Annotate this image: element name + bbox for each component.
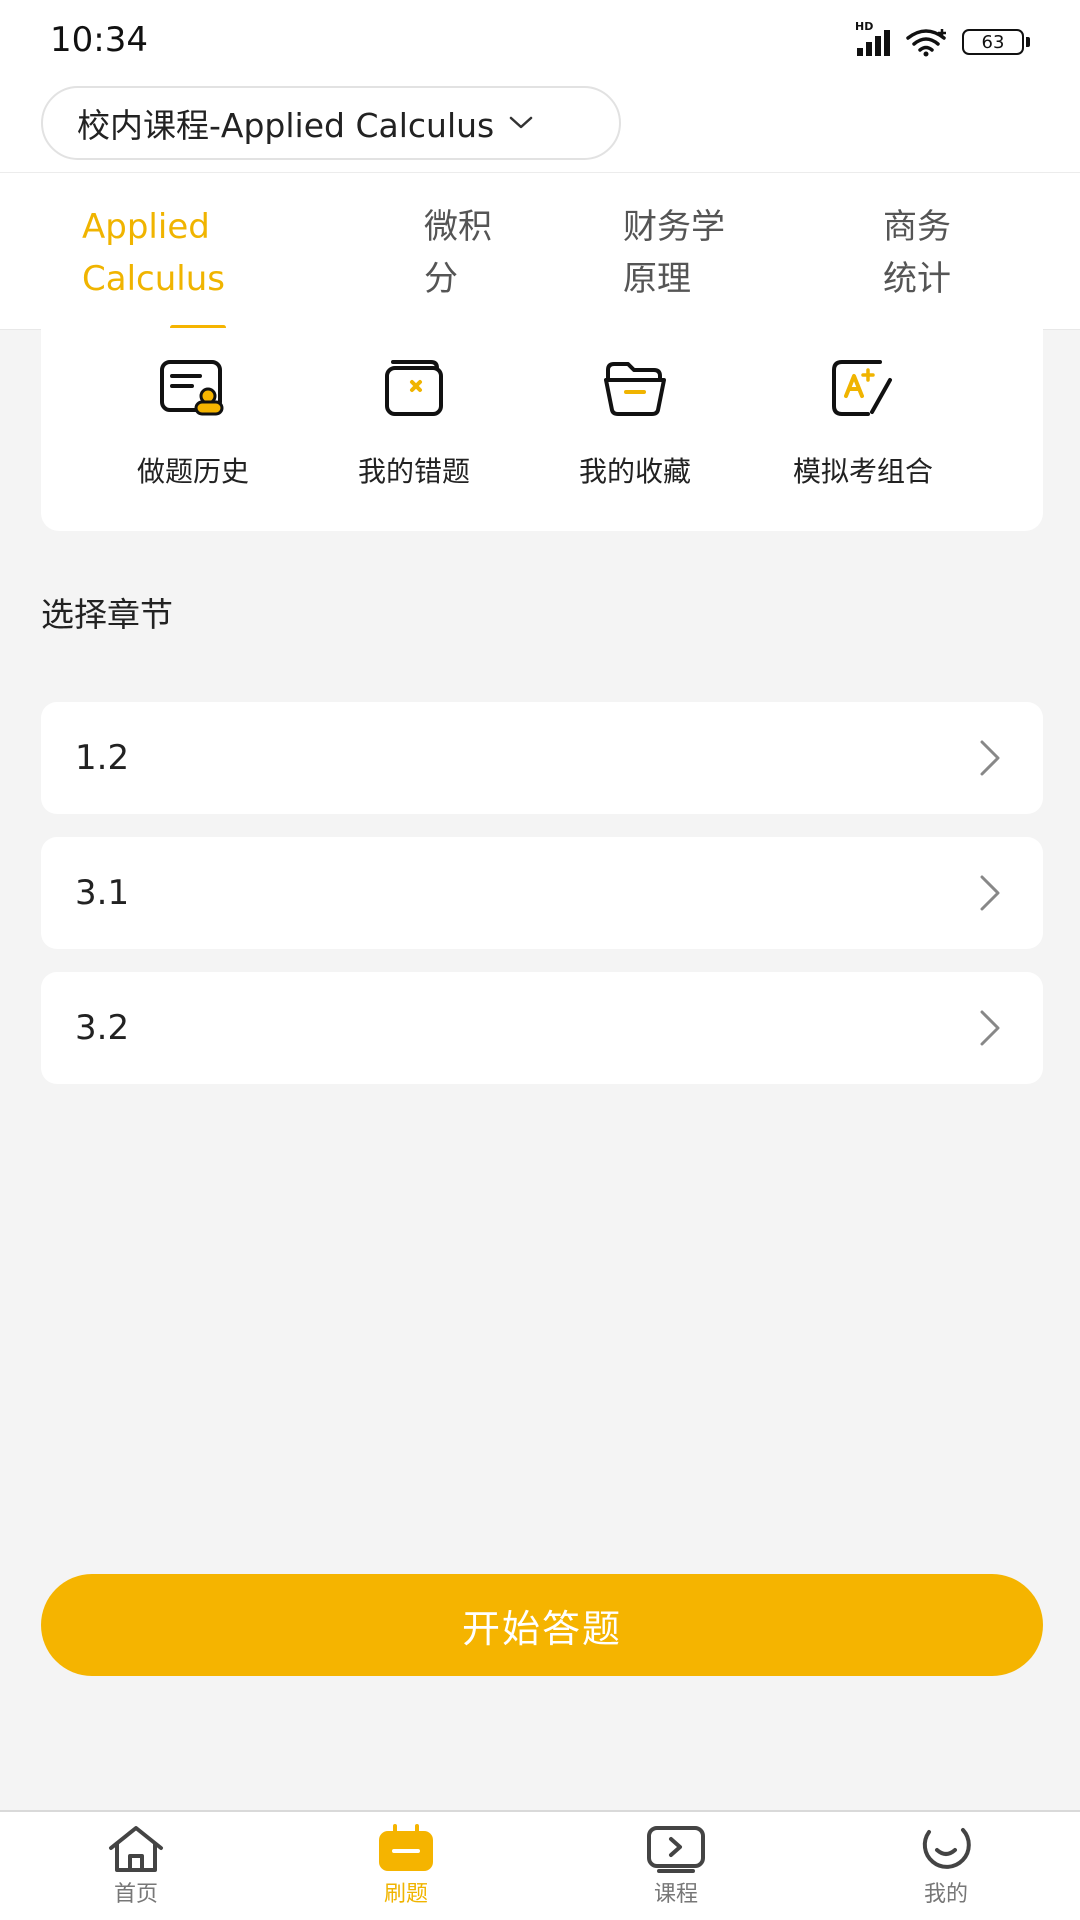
profile-icon — [922, 1828, 971, 1869]
wrong-questions-icon — [385, 360, 443, 416]
status-bar: 10:34 HD 63 — [0, 0, 1080, 80]
nav-label: 课程 — [653, 1882, 698, 1907]
mock-exam-button[interactable]: 模拟考组合 — [773, 358, 953, 490]
section-title: 选择章节 — [41, 595, 173, 634]
tab-label-line1: 财务学 — [623, 207, 725, 247]
subject-tab-bar: Applied Calculus 微积 分 财务学 原理 商务 统计 — [0, 172, 1080, 330]
nav-item-practice[interactable]: 刷题 — [346, 1824, 466, 1908]
status-time: 10:34 — [50, 20, 148, 60]
wifi-icon — [906, 29, 946, 57]
tab-label-line1: Applied — [82, 207, 210, 247]
wrong-questions-button[interactable]: 我的错题 — [324, 358, 504, 490]
course-selector-label: 校内课程-Applied Calculus — [77, 106, 495, 145]
favorites-folder-icon — [604, 362, 666, 416]
home-icon — [109, 1826, 163, 1872]
network-type-label: HD — [855, 20, 874, 33]
mock-exam-icon — [832, 360, 892, 416]
chapter-item[interactable]: 3.1 — [41, 837, 1043, 949]
nav-item-courses[interactable]: 课程 — [616, 1824, 736, 1908]
chevron-down-icon — [509, 116, 533, 129]
tab-label-line1: 商务 — [883, 207, 951, 247]
tab-label-line2: 统计 — [883, 259, 951, 299]
tab-label-line2: 原理 — [623, 259, 691, 299]
course-play-icon — [647, 1826, 705, 1873]
chapter-item[interactable]: 3.2 — [41, 972, 1043, 1084]
nav-label: 刷题 — [383, 1882, 428, 1907]
quick-actions-card: 做题历史 我的错题 我的收藏 模拟考组合 — [41, 328, 1043, 531]
tab-label-line1: 微积 — [424, 207, 492, 247]
tab-applied-calculus[interactable]: Applied Calculus — [82, 201, 225, 305]
tab-label-line2: 分 — [424, 259, 458, 299]
chevron-right-icon — [980, 1010, 1000, 1046]
mock-exam-label: 模拟考组合 — [792, 455, 933, 488]
signal-icon: HD — [855, 20, 890, 56]
status-icons: HD 63 — [855, 20, 1030, 60]
chapter-label: 1.2 — [75, 738, 130, 778]
practice-icon — [379, 1824, 433, 1871]
bottom-nav: 首页 刷题 课程 我的 — [0, 1810, 1080, 1920]
wrong-questions-label: 我的错题 — [357, 455, 470, 488]
battery-level: 63 — [981, 31, 1005, 53]
tab-label-line2: Calculus — [82, 259, 225, 299]
practice-history-label: 做题历史 — [136, 455, 249, 488]
tab-calculus[interactable]: 微积 分 — [424, 201, 492, 305]
history-icon — [160, 360, 224, 416]
tab-business-statistics[interactable]: 商务 统计 — [883, 201, 951, 305]
course-selector[interactable]: 校内课程-Applied Calculus — [41, 86, 621, 160]
chapter-label: 3.1 — [75, 873, 130, 913]
chevron-right-icon — [980, 875, 1000, 911]
nav-item-profile[interactable]: 我的 — [886, 1824, 1006, 1908]
favorites-label: 我的收藏 — [578, 455, 691, 488]
favorites-button[interactable]: 我的收藏 — [545, 358, 725, 490]
battery-icon: 63 — [962, 29, 1030, 55]
nav-item-home[interactable]: 首页 — [76, 1824, 196, 1908]
practice-history-button[interactable]: 做题历史 — [103, 358, 283, 490]
nav-label: 我的 — [923, 1882, 968, 1907]
chevron-right-icon — [980, 740, 1000, 776]
tab-finance-principles[interactable]: 财务学 原理 — [623, 201, 725, 305]
nav-label: 首页 — [113, 1882, 158, 1907]
start-practice-button[interactable]: 开始答题 — [41, 1574, 1043, 1676]
chapter-item[interactable]: 1.2 — [41, 702, 1043, 814]
chapter-label: 3.2 — [75, 1008, 130, 1048]
